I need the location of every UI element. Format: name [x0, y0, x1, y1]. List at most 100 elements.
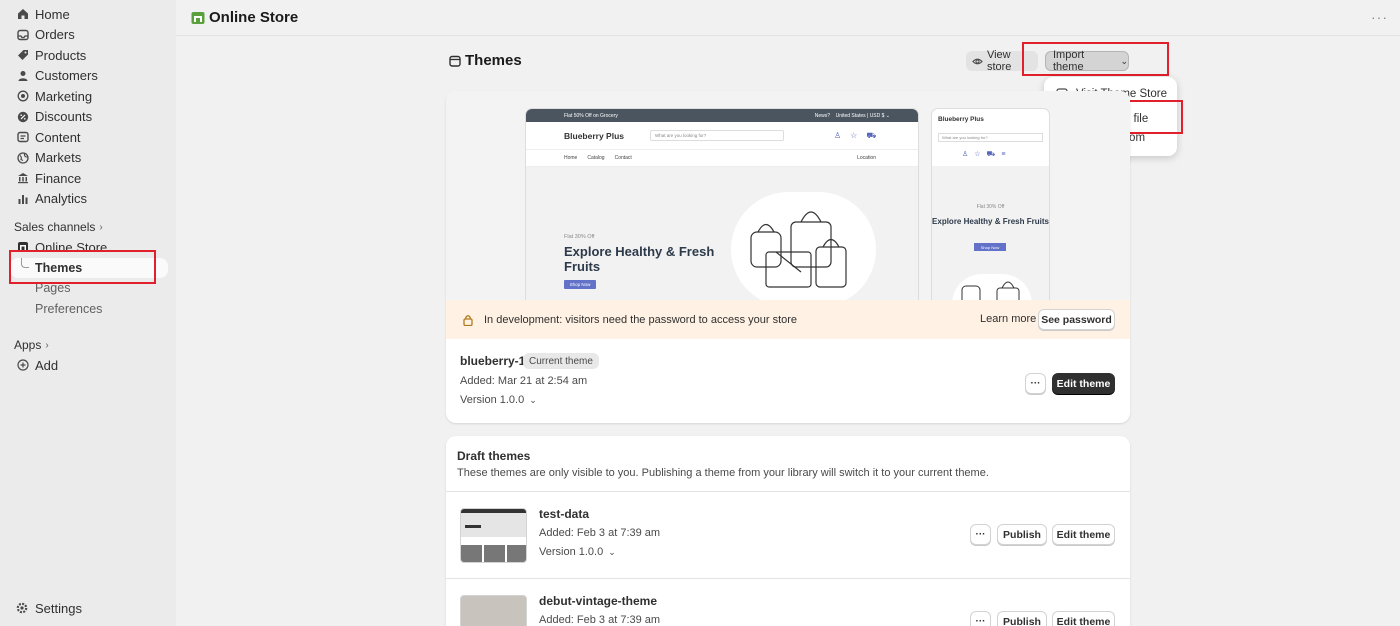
password-banner: In development: visitors need the passwo…	[446, 300, 1130, 339]
sidebar-item-products[interactable]: Products	[0, 45, 176, 66]
preview-mobile-shop-button: Shop Now	[974, 243, 1006, 251]
chevron-down-icon: ⌄	[1120, 55, 1128, 66]
sidebar: Home Orders Products Customers Marketing…	[0, 0, 176, 626]
chevron-right-icon: ›	[45, 339, 49, 351]
sidebar-item-customers[interactable]: Customers	[0, 66, 176, 87]
sales-channels-header[interactable]: Sales channels ›	[0, 217, 176, 237]
sidebar-item-content[interactable]: Content	[0, 127, 176, 148]
inbox-icon	[16, 28, 29, 41]
tag-icon	[16, 49, 29, 62]
draft-theme-name: test-data	[539, 507, 590, 521]
preview-hero-tag: Flat 30% Off	[564, 234, 595, 240]
globe-icon	[16, 151, 29, 164]
draft-theme-version[interactable]: Version 1.0.0 ⌄	[539, 546, 616, 558]
sidebar-subitem-themes[interactable]: Themes	[10, 257, 168, 278]
publish-button[interactable]: Publish	[997, 611, 1047, 626]
sidebar-item-label: Products	[35, 47, 87, 63]
preview-announcement-bar: Flat 50% Off on Grocery News? United Sta…	[526, 109, 918, 122]
sidebar-subitem-preferences[interactable]: Preferences	[0, 299, 176, 320]
sidebar-subitem-label: Preferences	[35, 301, 103, 316]
sidebar-item-add-app[interactable]: Add	[0, 355, 176, 376]
themes-title: Themes	[465, 52, 522, 69]
preview-logo: Blueberry Plus	[564, 130, 624, 141]
sidebar-subitem-pages[interactable]: Pages	[0, 278, 176, 299]
edit-theme-button[interactable]: Edit theme	[1052, 373, 1115, 394]
sidebar-item-label: Markets	[35, 150, 82, 166]
view-store-button[interactable]: View store	[966, 49, 1038, 73]
apps-header[interactable]: Apps ›	[0, 335, 176, 355]
sidebar-item-finance[interactable]: Finance	[0, 168, 176, 189]
sidebar-item-label: Customers	[35, 68, 98, 84]
password-banner-text: In development: visitors need the passwo…	[484, 313, 798, 326]
draft-theme-more-button[interactable]: ···	[970, 611, 991, 626]
import-theme-label: Import theme	[1053, 49, 1085, 73]
sidebar-item-orders[interactable]: Orders	[0, 25, 176, 46]
preview-mobile-tag: Flat 30% Off	[976, 204, 1005, 210]
page-title: Online Store	[209, 9, 299, 26]
preview-shop-button: Shop Now	[564, 280, 596, 289]
draft-theme-name: debut-vintage-theme	[539, 594, 658, 608]
chevron-down-icon: ⌄	[608, 547, 616, 557]
draft-theme-more-button[interactable]: ···	[970, 524, 991, 545]
sidebar-item-label: Add	[35, 357, 59, 373]
import-theme-button[interactable]: Import theme ⌄	[1045, 49, 1129, 73]
divider	[446, 578, 1130, 579]
home-icon	[16, 8, 29, 21]
chevron-down-icon: ⌄	[529, 395, 537, 405]
sidebar-item-home[interactable]: Home	[0, 4, 176, 25]
preview-header-icons: ♙☆⛟	[834, 130, 886, 140]
preview-promo-text: Flat 50% Off on Grocery	[564, 112, 618, 119]
theme-icon	[449, 55, 461, 67]
view-store-label: View store	[986, 49, 1012, 73]
current-theme-version[interactable]: Version 1.0.0 ⌄	[460, 394, 537, 406]
bank-icon	[16, 172, 29, 185]
sidebar-item-label: Home	[35, 6, 70, 22]
sidebar-item-marketing[interactable]: Marketing	[0, 86, 176, 107]
eye-icon	[972, 58, 983, 64]
preview-region: United States | USD $ ⌄	[835, 112, 890, 119]
divider	[446, 491, 1130, 492]
draft-themes-card: Draft themes These themes are only visib…	[446, 436, 1130, 626]
preview-mobile-hero: Flat 30% Off Explore Healthy & Fresh Fru…	[932, 166, 1049, 300]
preview-search: What are you looking for?	[650, 130, 784, 141]
theme-preview[interactable]: Flat 50% Off on Grocery News? United Sta…	[446, 91, 1130, 300]
sidebar-item-markets[interactable]: Markets	[0, 148, 176, 169]
preview-nav-item: Contact	[614, 155, 632, 161]
preview-mobile-icons: ♙☆⛟≡	[962, 151, 1012, 158]
learn-more-link[interactable]: Learn more	[980, 313, 1036, 325]
preview-nav-item: Home	[564, 155, 578, 161]
publish-button[interactable]: Publish	[997, 524, 1047, 545]
current-theme-added: Added: Mar 21 at 2:54 am	[460, 375, 588, 387]
person-icon	[16, 69, 29, 82]
current-theme-badge: Current theme	[523, 353, 599, 369]
edit-theme-button[interactable]: Edit theme	[1052, 524, 1115, 545]
sidebar-item-label: Online Store	[35, 239, 108, 255]
preview-mobile-search: What are you looking for?	[938, 133, 1043, 142]
sidebar-item-online-store[interactable]: Online Store	[0, 237, 176, 258]
theme-thumbnail[interactable]	[460, 595, 527, 626]
sidebar-item-settings[interactable]: Settings	[16, 601, 82, 616]
edit-theme-button[interactable]: Edit theme	[1052, 611, 1115, 626]
draft-theme-added: Added: Feb 3 at 7:39 am	[539, 527, 661, 539]
preview-mobile-illustration	[952, 274, 1032, 300]
mobile-preview: Blueberry Plus What are you looking for?…	[932, 109, 1049, 300]
preview-news-link: News?	[814, 112, 831, 119]
bar-chart-icon	[16, 192, 29, 205]
see-password-button[interactable]: See password	[1038, 309, 1115, 330]
plus-circle-icon	[16, 359, 29, 372]
preview-hero-headline: Explore Healthy & Fresh Fruits	[564, 244, 715, 274]
draft-theme-added: Added: Feb 3 at 7:39 am	[539, 614, 661, 626]
version-label: Version 1.0.0	[539, 546, 604, 558]
sidebar-item-discounts[interactable]: Discounts	[0, 107, 176, 128]
preview-hero-illustration	[731, 192, 876, 300]
current-theme-more-button[interactable]: ···	[1025, 373, 1046, 394]
top-bar: Online Store ···	[176, 0, 1400, 36]
sidebar-item-label: Content	[35, 129, 81, 145]
theme-thumbnail[interactable]	[460, 508, 527, 563]
desktop-preview: Flat 50% Off on Grocery News? United Sta…	[526, 109, 918, 300]
sidebar-item-analytics[interactable]: Analytics	[0, 189, 176, 210]
current-theme-name: blueberry-1	[460, 354, 526, 368]
sidebar-subitem-label: Pages	[35, 281, 71, 296]
sidebar-item-label: Marketing	[35, 88, 93, 104]
more-options-icon[interactable]: ···	[1371, 9, 1388, 25]
